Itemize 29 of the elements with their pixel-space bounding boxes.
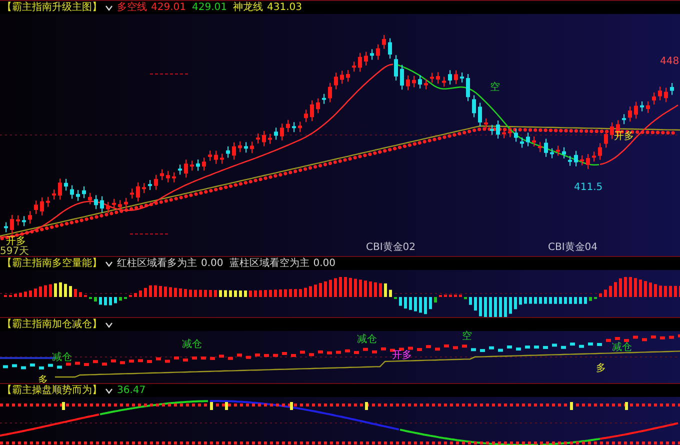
indicator-value: 429.01 xyxy=(192,1,227,14)
indicator-value: 0.00 xyxy=(201,257,224,270)
signal-label: 空 xyxy=(490,82,500,93)
indicator-title: 【霸主指南加仓减仓】 xyxy=(2,318,102,331)
price-label: 448 xyxy=(660,56,680,67)
period-label: 597天 xyxy=(0,246,30,257)
indicator-label: 红柱区域看多为主 xyxy=(117,257,197,270)
price-label: 411.5 xyxy=(574,182,603,193)
indicator-title: 【霸主指南多空量能】 xyxy=(2,257,102,270)
indicator-label: 蓝柱区域看空为主 xyxy=(229,257,310,270)
signal-label: 空 xyxy=(462,331,472,342)
signal-label: 多 xyxy=(596,363,606,374)
indicator-title: 【霸主指南升级主图】 xyxy=(2,1,102,14)
signal-label: 开多 xyxy=(392,350,412,361)
indicator-label: 多空线 xyxy=(117,1,147,14)
indicator-value: 429.01 xyxy=(151,1,186,14)
signal-label: 减仓 xyxy=(357,334,377,345)
signal-label: 减仓 xyxy=(52,352,72,363)
contract-label: CBI黄金04 xyxy=(548,242,598,253)
contract-label: CBI黄金02 xyxy=(366,242,416,253)
signal-label: 减仓 xyxy=(612,342,632,353)
indicator-label: 神龙线 xyxy=(233,1,263,14)
signal-label: 减仓 xyxy=(182,339,202,350)
indicator-value: 36.47 xyxy=(117,384,146,397)
signal-label: 开多 xyxy=(6,236,26,247)
indicator-value: 431.03 xyxy=(267,1,302,14)
indicator-title: 【霸主操盘顺势而为】 xyxy=(2,384,102,397)
indicator-value: 0.00 xyxy=(313,257,336,270)
signal-label: 开多 xyxy=(614,131,634,142)
